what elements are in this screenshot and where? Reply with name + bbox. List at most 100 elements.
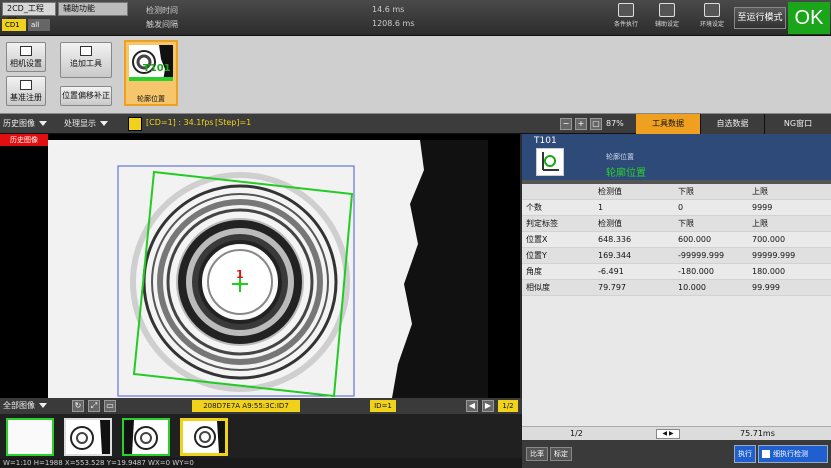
run-detect-button[interactable]: 细执行检测 <box>758 445 828 463</box>
aux-settings-icon <box>659 3 675 17</box>
panel-pager: 1/2 ◀ ▶ 75.71ms <box>522 426 831 440</box>
zoom-percent: 87% <box>606 119 624 128</box>
row-lower: 600.000 <box>678 235 712 244</box>
calibrate-button[interactable]: 标定 <box>550 447 572 461</box>
run-mode-button[interactable]: 至运行模式 <box>734 7 786 29</box>
execute-condition-button[interactable]: 条件执行 <box>610 3 642 33</box>
tool-strip: 相机设置 基准注册 追加工具 位置偏移补正 T101 轮廓位置 <box>0 36 831 114</box>
row-lower: 10.000 <box>678 283 706 292</box>
tool-card-thumbnail: T101 <box>129 45 173 81</box>
aux-function-menu[interactable]: 辅助功能 <box>58 2 128 16</box>
thumbnail-4-selected[interactable] <box>180 418 228 456</box>
row-upper: 99.999 <box>752 283 780 292</box>
trigger-interval-label: 触发间隔 <box>146 20 178 29</box>
row-value: 检测值 <box>598 219 622 228</box>
thumbnail-1[interactable] <box>6 418 54 456</box>
prev-page-icon[interactable]: ◀ <box>466 400 478 412</box>
process-display-select[interactable]: 处理显示 <box>64 117 122 131</box>
row-lower: 0 <box>678 203 684 212</box>
cd-info: [CD=1] : 34.1fps <box>146 118 214 127</box>
env-settings-label: 环境设定 <box>699 21 724 28</box>
contour-tool-icon <box>536 148 564 176</box>
status-bar: W=1:10 H=1988 X=553.528 Y=19.9487 WX=0 W… <box>0 458 522 468</box>
run-detect-label: 细执行检测 <box>773 450 808 458</box>
row-upper: 上限 <box>752 219 768 228</box>
detection-marker-label: 1 <box>236 268 244 281</box>
zoom-out-icon[interactable]: − <box>560 118 572 130</box>
table-header: 检测值 下限 上限 <box>522 184 831 200</box>
play-icon <box>762 450 770 458</box>
col-header-lower: 下限 <box>678 187 694 196</box>
zoom-in-icon[interactable]: + <box>575 118 587 130</box>
camera-tab-cd1[interactable]: CD1 <box>2 19 26 31</box>
tab-tool-data[interactable]: 工具数据 <box>636 114 700 134</box>
row-lower: -180.000 <box>678 267 714 276</box>
all-images-select[interactable]: 全部图像 <box>3 399 63 413</box>
history-image-select[interactable]: 历史图像 <box>3 117 61 131</box>
pager-arrows-icon[interactable]: ◀ ▶ <box>656 429 680 439</box>
fit-screen-icon[interactable]: ▢ <box>590 118 602 130</box>
delete-icon[interactable]: ▭ <box>104 400 116 412</box>
process-display-select-value: 处理显示 <box>64 119 96 128</box>
camera-settings-button[interactable]: 相机设置 <box>6 42 46 72</box>
table-row[interactable]: 个数 1 0 9999 <box>522 200 831 216</box>
tool-card-label: 轮廓位置 <box>137 95 165 103</box>
tool-id: T101 <box>534 136 557 146</box>
thumbnail-3[interactable] <box>122 418 170 456</box>
camera-settings-label: 相机设置 <box>10 59 42 68</box>
table-row[interactable]: 判定标签 检测值 下限 上限 <box>522 216 831 232</box>
tool-data-panel: T101 轮廓位置 轮廓位置 检测值 下限 上限 个数 1 0 9999 判定标… <box>522 134 831 468</box>
tab-ng-window[interactable]: NG窗口 <box>764 114 831 134</box>
execute-condition-label: 条件执行 <box>613 21 638 28</box>
camera-select-icon[interactable] <box>128 117 142 131</box>
image-viewer[interactable]: 1 历史图像 <box>0 134 520 398</box>
col-header-value: 检测值 <box>598 187 622 196</box>
app-window: 2CD_工程00 辅助功能 CD1 all 检测时间 触发间隔 14.6 ms … <box>0 0 831 468</box>
tool-header: T101 轮廓位置 轮廓位置 <box>522 134 831 180</box>
image-id-info: ID=1 <box>370 400 396 412</box>
project-menu[interactable]: 2CD_工程00 <box>2 2 56 25</box>
detect-time-label: 检测时间 <box>146 6 178 15</box>
env-settings-button[interactable]: 环境设定 <box>696 3 728 33</box>
reference-register-button[interactable]: 基准注册 <box>6 76 46 106</box>
row-value: 1 <box>598 203 604 212</box>
position-offset-button[interactable]: 位置偏移补正 <box>60 86 112 106</box>
table-row[interactable]: 位置X 648.336 600.000 700.000 <box>522 232 831 248</box>
table-row[interactable]: 角度 -6.491 -180.000 180.000 <box>522 264 831 280</box>
add-tool-label: 追加工具 <box>70 59 102 68</box>
row-value: 79.797 <box>598 283 626 292</box>
execute-condition-icon <box>618 3 634 17</box>
execute-button[interactable]: 执行 <box>734 445 756 463</box>
image-hash-info: 208D7E7A A9:55:3C:ID7 <box>192 400 300 412</box>
refresh-icon[interactable]: ↻ <box>72 400 84 412</box>
history-image-badge: 历史图像 <box>0 134 48 146</box>
tool-type: 轮廓位置 <box>606 153 634 161</box>
camera-tab-all[interactable]: all <box>28 19 50 31</box>
add-tool-icon <box>80 46 92 56</box>
next-page-icon[interactable]: ▶ <box>482 400 494 412</box>
image-footer-bar: 全部图像 ↻ ⤢ ▭ 208D7E7A A9:55:3C:ID7 ID=1 ◀ … <box>0 398 522 414</box>
row-label: 个数 <box>526 203 542 212</box>
thumbnail-2[interactable] <box>64 418 112 456</box>
row-value: 648.336 <box>598 235 632 244</box>
col-header-upper: 上限 <box>752 187 768 196</box>
expand-icon[interactable]: ⤢ <box>88 400 100 412</box>
detect-time-value: 14.6 ms <box>372 5 405 14</box>
table-row[interactable]: 相似度 79.797 10.000 99.999 <box>522 280 831 296</box>
aux-settings-button[interactable]: 辅助设定 <box>652 3 682 33</box>
add-tool-button[interactable]: 追加工具 <box>60 42 112 78</box>
tab-custom-data[interactable]: 自选数据 <box>700 114 764 134</box>
row-label: 角度 <box>526 267 542 276</box>
panel-page: 1/2 <box>570 429 583 438</box>
tool-card-t101[interactable]: T101 轮廓位置 <box>124 40 178 106</box>
env-settings-icon <box>704 3 720 17</box>
register-icon <box>20 80 32 90</box>
panel-footer: 比率 标定 执行 细执行检测 <box>522 440 831 468</box>
table-row[interactable]: 位置Y 169.344 -99999.999 99999.999 <box>522 248 831 264</box>
row-value: -6.491 <box>598 267 624 276</box>
tool-name: 轮廓位置 <box>606 168 646 179</box>
compare-button[interactable]: 比率 <box>526 447 548 461</box>
image-page-info: 1/2 <box>498 400 518 412</box>
row-lower: 下限 <box>678 219 694 228</box>
chevron-down-icon <box>39 403 47 408</box>
